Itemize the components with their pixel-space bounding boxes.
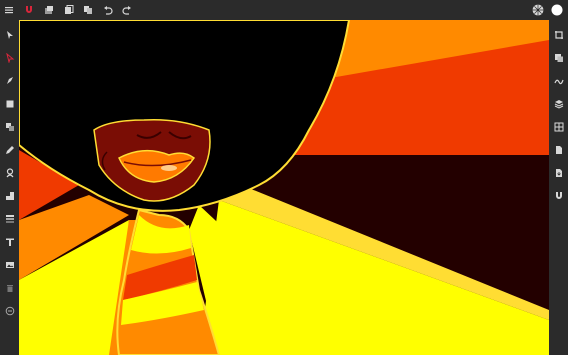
color-swatch-icon[interactable] [550, 3, 564, 17]
snap-magnet-icon[interactable] [553, 190, 565, 202]
lip-highlight [161, 165, 177, 171]
artwork [19, 20, 549, 355]
undo-icon[interactable] [102, 4, 114, 16]
magnet-icon[interactable] [23, 4, 35, 16]
gradient-icon[interactable] [4, 213, 16, 225]
image-icon[interactable] [4, 259, 16, 271]
crop-icon[interactable] [553, 29, 565, 41]
text-icon[interactable] [4, 236, 16, 248]
duplicate-icon[interactable] [553, 52, 565, 64]
rectangle-icon[interactable] [4, 98, 16, 110]
comment-icon[interactable] [4, 305, 16, 317]
menu-icon[interactable] [3, 4, 15, 16]
document-icon[interactable] [553, 144, 565, 156]
layers-stack-icon[interactable] [553, 98, 565, 110]
fill-icon[interactable] [4, 190, 16, 202]
trash-icon[interactable] [4, 282, 16, 294]
path-icon[interactable] [553, 75, 565, 87]
right-toolbar [549, 20, 568, 355]
copy-icon[interactable] [63, 4, 75, 16]
paste-icon[interactable] [82, 4, 94, 16]
direct-select-icon[interactable] [4, 52, 16, 64]
top-toolbar [0, 0, 568, 20]
grid-icon[interactable] [553, 121, 565, 133]
redo-icon[interactable] [121, 4, 133, 16]
export-icon[interactable] [553, 167, 565, 179]
pencil-icon[interactable] [4, 144, 16, 156]
boolean-icon[interactable] [4, 121, 16, 133]
layers-icon[interactable] [43, 4, 55, 16]
brush-icon[interactable] [4, 167, 16, 179]
left-toolbar [0, 20, 19, 355]
select-icon[interactable] [4, 29, 16, 41]
grid-globe-icon[interactable] [531, 3, 545, 17]
pen-icon[interactable] [4, 75, 16, 87]
drawing-canvas[interactable] [19, 20, 549, 355]
